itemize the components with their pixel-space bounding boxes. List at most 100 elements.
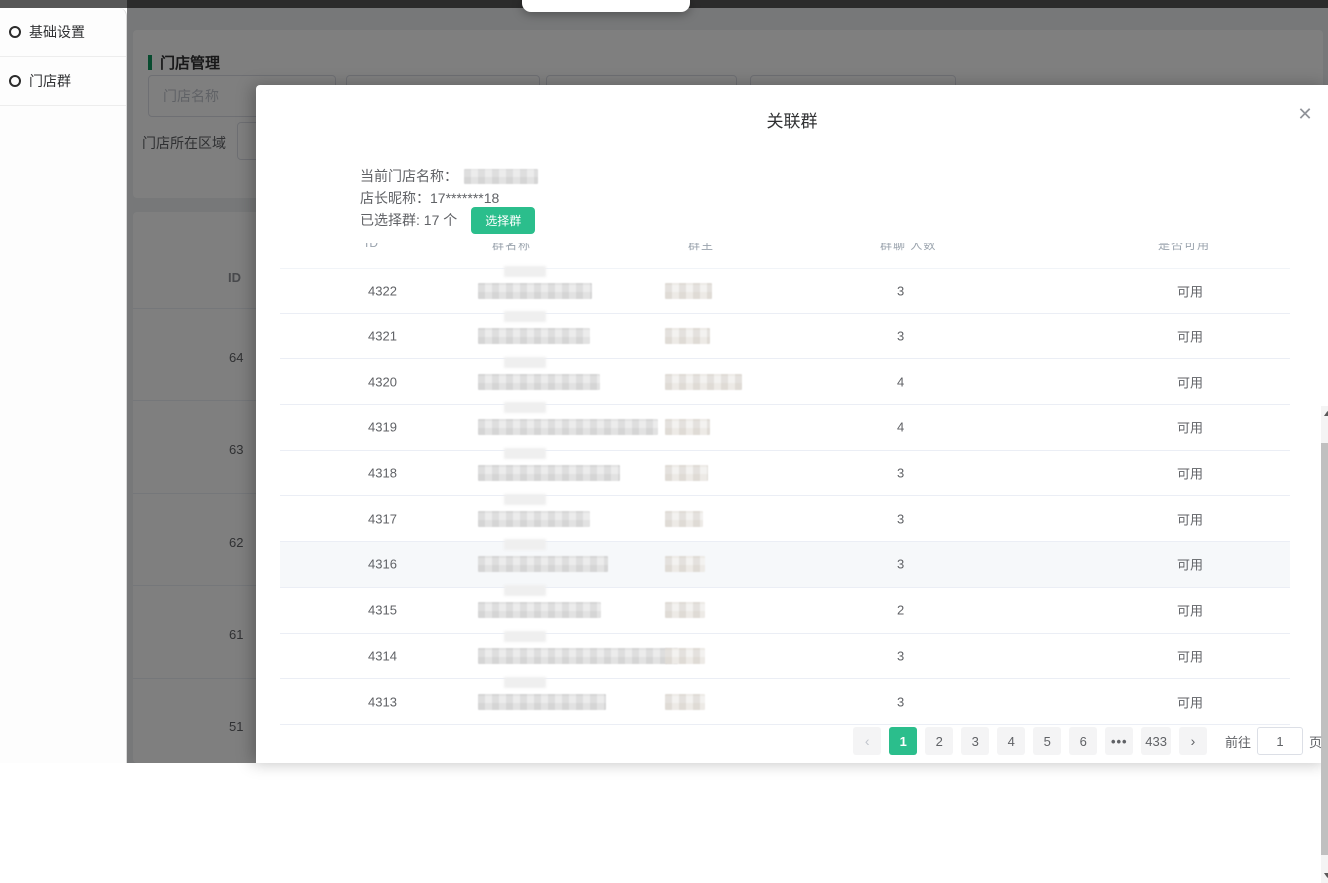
select-group-button[interactable]: 选择群: [471, 206, 536, 234]
group-member-count: 3: [897, 328, 905, 344]
group-member-count: 3: [897, 694, 905, 710]
close-icon[interactable]: ✕: [1294, 103, 1316, 125]
sidebar-item-label: 基础设置: [29, 24, 85, 40]
column-header-clipped: 群名称: [492, 243, 532, 252]
store-info-block: 当前门店名称： 店长昵称： 17*******18 已选择群: 17 个 选择群: [360, 165, 538, 234]
current-store-label: 当前门店名称：: [360, 168, 458, 184]
scroll-up-icon[interactable]: [1321, 406, 1328, 421]
group-name-redacted: [478, 282, 592, 299]
group-table-row[interactable]: 4322 3 可用: [280, 268, 1290, 314]
dialog-title: 关联群: [766, 112, 818, 131]
prev-page-button[interactable]: ‹: [853, 727, 882, 755]
column-header-clipped: ID: [365, 243, 379, 250]
manager-nick-line: 店长昵称： 17*******18: [360, 187, 538, 209]
group-table-row[interactable]: 4313 3 可用: [280, 679, 1290, 725]
groups-table: ID 群名称 群主 群聊 人数 是否可用 4322 3 可用 4321 3 可用 4320 4 可用 43…: [280, 243, 1328, 883]
group-owner-redacted: [665, 419, 710, 436]
group-owner-redacted: [665, 647, 705, 664]
current-store-line: 当前门店名称：: [360, 165, 538, 187]
group-id: 4313: [368, 694, 397, 710]
radio-circle-icon: [9, 26, 21, 38]
group-owner-redacted: [665, 465, 708, 482]
group-id: 4321: [368, 328, 397, 344]
page-button-6[interactable]: 6: [1069, 727, 1098, 755]
goto-label: 前往: [1224, 734, 1251, 750]
scroll-down-icon[interactable]: [1321, 868, 1328, 883]
group-name-redacted: [478, 328, 590, 345]
group-id: 4320: [368, 374, 397, 390]
page-buttons: 123456: [885, 727, 1101, 755]
next-page-button[interactable]: ›: [1178, 727, 1207, 755]
group-status: 可用: [1176, 557, 1203, 573]
goto-suffix: 页: [1308, 734, 1322, 750]
page-button-1[interactable]: 1: [889, 727, 918, 755]
pagination: ‹ 123456 ••• 433 › 前往 页: [849, 726, 1322, 756]
more-pages-button[interactable]: •••: [1105, 727, 1134, 755]
group-name-redacted: [478, 465, 620, 482]
group-member-count: 4: [897, 419, 905, 435]
group-member-count: 3: [897, 283, 905, 299]
group-table-row[interactable]: 4321 3 可用: [280, 313, 1290, 360]
group-member-count: 3: [897, 556, 905, 572]
table-body: 4322 3 可用 4321 3 可用 4320 4 可用 4319 4 可用 4318 3 可用 4317 3…: [280, 268, 1290, 725]
group-member-count: 3: [897, 465, 905, 481]
column-header-clipped: 群聊 人数: [880, 243, 937, 252]
group-table-row[interactable]: 4319 4 可用: [280, 405, 1290, 451]
group-id: 4318: [368, 465, 397, 481]
group-status: 可用: [1176, 375, 1203, 391]
group-status: 可用: [1176, 420, 1203, 436]
group-id: 4319: [368, 419, 397, 435]
group-member-count: 3: [897, 511, 905, 527]
group-member-count: 2: [897, 602, 905, 618]
related-groups-dialog: 关联群 ✕ 当前门店名称： 店长昵称： 17*******18 已选择群: 17…: [256, 85, 1328, 883]
group-status: 可用: [1176, 466, 1203, 482]
selected-groups-count: 已选择群: 17 个: [360, 212, 458, 228]
page-button-2[interactable]: 2: [925, 727, 954, 755]
goto-page-input[interactable]: [1256, 727, 1303, 755]
group-owner-redacted: [665, 328, 710, 345]
sidebar: 基础设置 门店群: [0, 8, 127, 763]
sidebar-item-label: 门店群: [29, 73, 71, 89]
group-name-redacted: [478, 556, 608, 573]
group-name-redacted: [478, 510, 590, 527]
group-status: 可用: [1176, 284, 1203, 300]
group-table-row[interactable]: 4316 3 可用: [280, 542, 1290, 588]
group-table-row[interactable]: 4317 3 可用: [280, 496, 1290, 543]
group-id: 4317: [368, 511, 397, 527]
sidebar-item-basic-settings[interactable]: 基础设置: [0, 8, 126, 57]
group-status: 可用: [1176, 512, 1203, 528]
page-button-4[interactable]: 4: [997, 727, 1026, 755]
group-id: 4314: [368, 648, 397, 664]
page-button-3[interactable]: 3: [961, 727, 990, 755]
table-scrollbar[interactable]: [1321, 406, 1328, 883]
store-name-redacted: [464, 168, 538, 184]
group-table-row[interactable]: 4315 2 可用: [280, 587, 1290, 634]
group-name-redacted: [478, 693, 606, 710]
manager-nick-label: 店长昵称：: [360, 190, 430, 206]
group-table-row[interactable]: 4320 4 可用: [280, 359, 1290, 406]
group-status: 可用: [1176, 695, 1203, 711]
group-owner-redacted: [665, 556, 705, 573]
manager-nick-value: 17*******18: [430, 190, 500, 206]
last-page-button[interactable]: 433: [1141, 727, 1171, 755]
group-status: 可用: [1176, 329, 1203, 345]
group-name-redacted: [478, 419, 658, 436]
group-owner-redacted: [665, 282, 712, 299]
group-owner-redacted: [665, 602, 705, 619]
scrollbar-thumb[interactable]: [1321, 443, 1328, 855]
group-status: 可用: [1176, 649, 1203, 665]
goto-page-group: 前往 页: [1225, 727, 1322, 755]
group-member-count: 4: [897, 374, 905, 390]
column-header-clipped: 是否可用: [1158, 243, 1211, 252]
column-header-clipped: 群主: [688, 243, 715, 252]
group-id: 4315: [368, 602, 397, 618]
group-id: 4322: [368, 283, 397, 299]
group-owner-redacted: [665, 510, 703, 527]
group-table-row[interactable]: 4318 3 可用: [280, 450, 1290, 497]
page-button-5[interactable]: 5: [1033, 727, 1062, 755]
selected-groups-line: 已选择群: 17 个 选择群: [360, 206, 538, 234]
group-name-redacted: [478, 647, 678, 664]
sidebar-item-store-groups[interactable]: 门店群: [0, 57, 126, 106]
group-owner-redacted: [665, 693, 705, 710]
group-table-row[interactable]: 4314 3 可用: [280, 633, 1290, 680]
